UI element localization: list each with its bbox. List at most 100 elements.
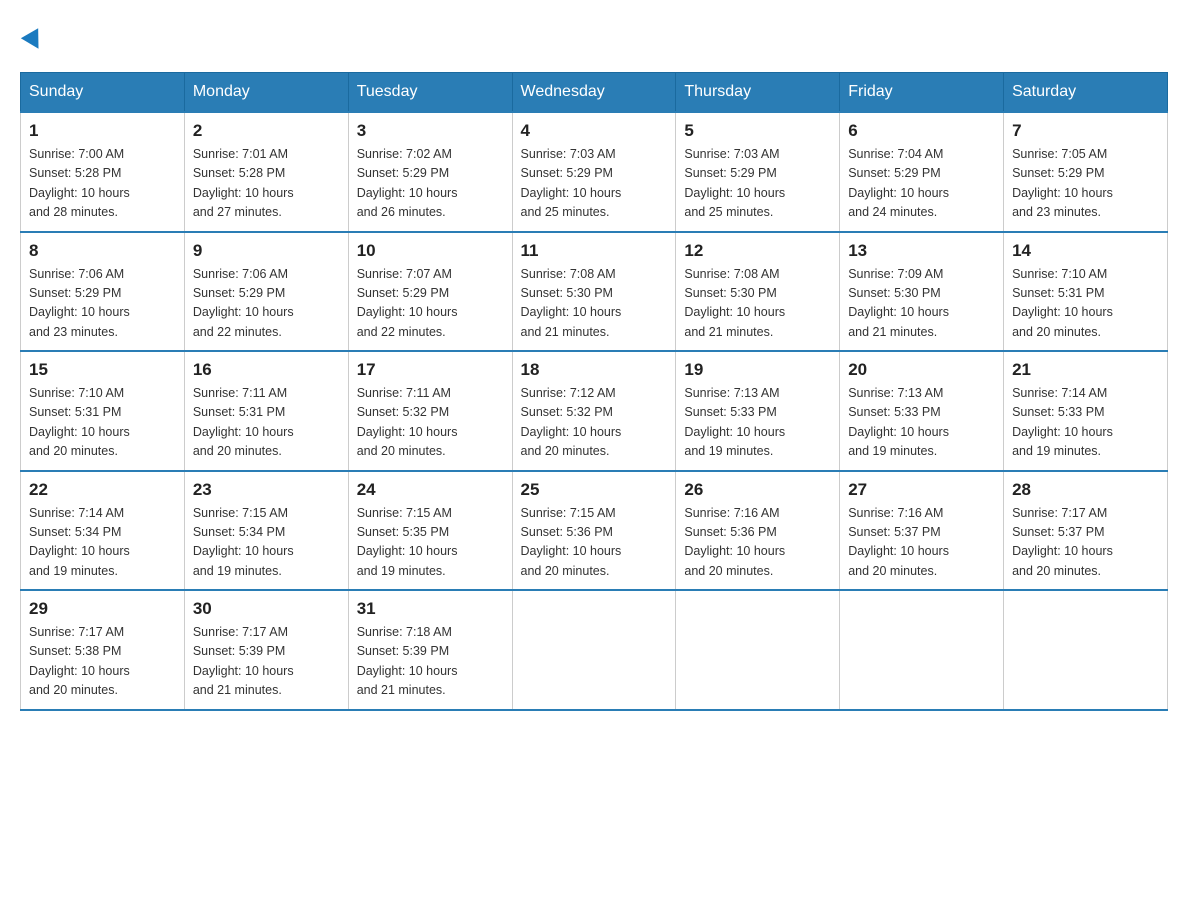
calendar-cell: [676, 590, 840, 710]
calendar-cell: 17 Sunrise: 7:11 AMSunset: 5:32 PMDayligh…: [348, 351, 512, 471]
calendar-cell: 18Sunrise: 7:12 AMSunset: 5:32 PMDayligh…: [512, 351, 676, 471]
day-info: Sunrise: 7:08 AMSunset: 5:30 PMDaylight:…: [521, 265, 668, 343]
header-wednesday: Wednesday: [512, 73, 676, 113]
day-info: Sunrise: 7:01 AMSunset: 5:28 PMDaylight:…: [193, 145, 340, 223]
page-header: [20, 20, 1168, 52]
calendar-cell: 23Sunrise: 7:15 AMSunset: 5:34 PMDayligh…: [184, 471, 348, 591]
day-number: 25: [521, 480, 668, 500]
day-info: Sunrise: 7:16 AMSunset: 5:36 PMDaylight:…: [684, 504, 831, 582]
calendar-cell: 6Sunrise: 7:04 AMSunset: 5:29 PMDaylight…: [840, 112, 1004, 232]
day-info: Sunrise: 7:09 AMSunset: 5:30 PMDaylight:…: [848, 265, 995, 343]
calendar-cell: 30 Sunrise: 7:17 AMSunset: 5:39 PMDayligh…: [184, 590, 348, 710]
day-number: 30: [193, 599, 340, 619]
calendar-cell: 19Sunrise: 7:13 AMSunset: 5:33 PMDayligh…: [676, 351, 840, 471]
day-info: Sunrise: 7:13 AMSunset: 5:33 PMDaylight:…: [848, 384, 995, 462]
day-number: 10: [357, 241, 504, 261]
day-number: 2: [193, 121, 340, 141]
calendar-cell: 5 Sunrise: 7:03 AMSunset: 5:29 PMDaylight…: [676, 112, 840, 232]
calendar-cell: 10Sunrise: 7:07 AMSunset: 5:29 PMDayligh…: [348, 232, 512, 352]
week-row-1: 1Sunrise: 7:00 AMSunset: 5:28 PMDaylight…: [21, 112, 1168, 232]
day-info: Sunrise: 7:11 AMSunset: 5:32 PMDaylight:…: [357, 384, 504, 462]
header-friday: Friday: [840, 73, 1004, 113]
day-info: Sunrise: 7:17 AMSunset: 5:39 PMDaylight:…: [193, 623, 340, 701]
day-number: 18: [521, 360, 668, 380]
day-number: 19: [684, 360, 831, 380]
day-number: 3: [357, 121, 504, 141]
day-number: 22: [29, 480, 176, 500]
day-info: Sunrise: 7:18 AMSunset: 5:39 PMDaylight:…: [357, 623, 504, 701]
header-tuesday: Tuesday: [348, 73, 512, 113]
day-number: 12: [684, 241, 831, 261]
calendar-cell: 29 Sunrise: 7:17 AMSunset: 5:38 PMDayligh…: [21, 590, 185, 710]
calendar-cell: 31 Sunrise: 7:18 AMSunset: 5:39 PMDayligh…: [348, 590, 512, 710]
day-number: 17: [357, 360, 504, 380]
day-number: 21: [1012, 360, 1159, 380]
day-info: Sunrise: 7:17 AMSunset: 5:38 PMDaylight:…: [29, 623, 176, 701]
logo-general-row: [20, 20, 44, 52]
day-info: Sunrise: 7:06 AMSunset: 5:29 PMDaylight:…: [193, 265, 340, 343]
calendar-table: SundayMondayTuesdayWednesdayThursdayFrid…: [20, 72, 1168, 711]
day-number: 7: [1012, 121, 1159, 141]
day-info: Sunrise: 7:00 AMSunset: 5:28 PMDaylight:…: [29, 145, 176, 223]
calendar-cell: 7 Sunrise: 7:05 AMSunset: 5:29 PMDaylight…: [1004, 112, 1168, 232]
day-info: Sunrise: 7:03 AMSunset: 5:29 PMDaylight:…: [684, 145, 831, 223]
day-info: Sunrise: 7:10 AMSunset: 5:31 PMDaylight:…: [1012, 265, 1159, 343]
calendar-cell: 3Sunrise: 7:02 AMSunset: 5:29 PMDaylight…: [348, 112, 512, 232]
calendar-cell: 22Sunrise: 7:14 AMSunset: 5:34 PMDayligh…: [21, 471, 185, 591]
calendar-cell: [512, 590, 676, 710]
day-info: Sunrise: 7:15 AMSunset: 5:35 PMDaylight:…: [357, 504, 504, 582]
calendar-cell: [840, 590, 1004, 710]
day-info: Sunrise: 7:10 AMSunset: 5:31 PMDaylight:…: [29, 384, 176, 462]
day-number: 28: [1012, 480, 1159, 500]
day-number: 9: [193, 241, 340, 261]
header-monday: Monday: [184, 73, 348, 113]
calendar-cell: 24 Sunrise: 7:15 AMSunset: 5:35 PMDayligh…: [348, 471, 512, 591]
day-number: 5: [684, 121, 831, 141]
day-number: 4: [521, 121, 668, 141]
day-number: 31: [357, 599, 504, 619]
day-info: Sunrise: 7:05 AMSunset: 5:29 PMDaylight:…: [1012, 145, 1159, 223]
day-number: 14: [1012, 241, 1159, 261]
day-number: 11: [521, 241, 668, 261]
calendar-cell: 15Sunrise: 7:10 AMSunset: 5:31 PMDayligh…: [21, 351, 185, 471]
day-number: 13: [848, 241, 995, 261]
logo-triangle-icon: [21, 28, 47, 54]
week-row-5: 29 Sunrise: 7:17 AMSunset: 5:38 PMDayligh…: [21, 590, 1168, 710]
day-info: Sunrise: 7:11 AMSunset: 5:31 PMDaylight:…: [193, 384, 340, 462]
day-number: 24: [357, 480, 504, 500]
calendar-cell: 25 Sunrise: 7:15 AMSunset: 5:36 PMDayligh…: [512, 471, 676, 591]
calendar-cell: 1Sunrise: 7:00 AMSunset: 5:28 PMDaylight…: [21, 112, 185, 232]
calendar-body: 1Sunrise: 7:00 AMSunset: 5:28 PMDaylight…: [21, 112, 1168, 710]
calendar-cell: 27 Sunrise: 7:16 AMSunset: 5:37 PMDayligh…: [840, 471, 1004, 591]
day-info: Sunrise: 7:06 AMSunset: 5:29 PMDaylight:…: [29, 265, 176, 343]
calendar-cell: 13 Sunrise: 7:09 AMSunset: 5:30 PMDayligh…: [840, 232, 1004, 352]
header-saturday: Saturday: [1004, 73, 1168, 113]
calendar-cell: 28 Sunrise: 7:17 AMSunset: 5:37 PMDayligh…: [1004, 471, 1168, 591]
day-info: Sunrise: 7:16 AMSunset: 5:37 PMDaylight:…: [848, 504, 995, 582]
calendar-cell: [1004, 590, 1168, 710]
calendar-cell: 21 Sunrise: 7:14 AMSunset: 5:33 PMDayligh…: [1004, 351, 1168, 471]
header-sunday: Sunday: [21, 73, 185, 113]
logo: [20, 20, 44, 52]
day-info: Sunrise: 7:08 AMSunset: 5:30 PMDaylight:…: [684, 265, 831, 343]
day-number: 8: [29, 241, 176, 261]
week-row-2: 8 Sunrise: 7:06 AMSunset: 5:29 PMDaylight…: [21, 232, 1168, 352]
calendar-cell: 2 Sunrise: 7:01 AMSunset: 5:28 PMDaylight…: [184, 112, 348, 232]
day-number: 26: [684, 480, 831, 500]
day-info: Sunrise: 7:14 AMSunset: 5:33 PMDaylight:…: [1012, 384, 1159, 462]
day-info: Sunrise: 7:15 AMSunset: 5:36 PMDaylight:…: [521, 504, 668, 582]
calendar-cell: 11 Sunrise: 7:08 AMSunset: 5:30 PMDayligh…: [512, 232, 676, 352]
week-row-4: 22Sunrise: 7:14 AMSunset: 5:34 PMDayligh…: [21, 471, 1168, 591]
calendar-cell: 16Sunrise: 7:11 AMSunset: 5:31 PMDayligh…: [184, 351, 348, 471]
calendar-cell: 4Sunrise: 7:03 AMSunset: 5:29 PMDaylight…: [512, 112, 676, 232]
calendar-cell: 26 Sunrise: 7:16 AMSunset: 5:36 PMDayligh…: [676, 471, 840, 591]
calendar-cell: 20 Sunrise: 7:13 AMSunset: 5:33 PMDayligh…: [840, 351, 1004, 471]
day-number: 27: [848, 480, 995, 500]
calendar-header: SundayMondayTuesdayWednesdayThursdayFrid…: [21, 73, 1168, 113]
day-number: 29: [29, 599, 176, 619]
calendar-cell: 8 Sunrise: 7:06 AMSunset: 5:29 PMDaylight…: [21, 232, 185, 352]
day-info: Sunrise: 7:17 AMSunset: 5:37 PMDaylight:…: [1012, 504, 1159, 582]
day-number: 23: [193, 480, 340, 500]
day-number: 20: [848, 360, 995, 380]
calendar-cell: 12 Sunrise: 7:08 AMSunset: 5:30 PMDayligh…: [676, 232, 840, 352]
